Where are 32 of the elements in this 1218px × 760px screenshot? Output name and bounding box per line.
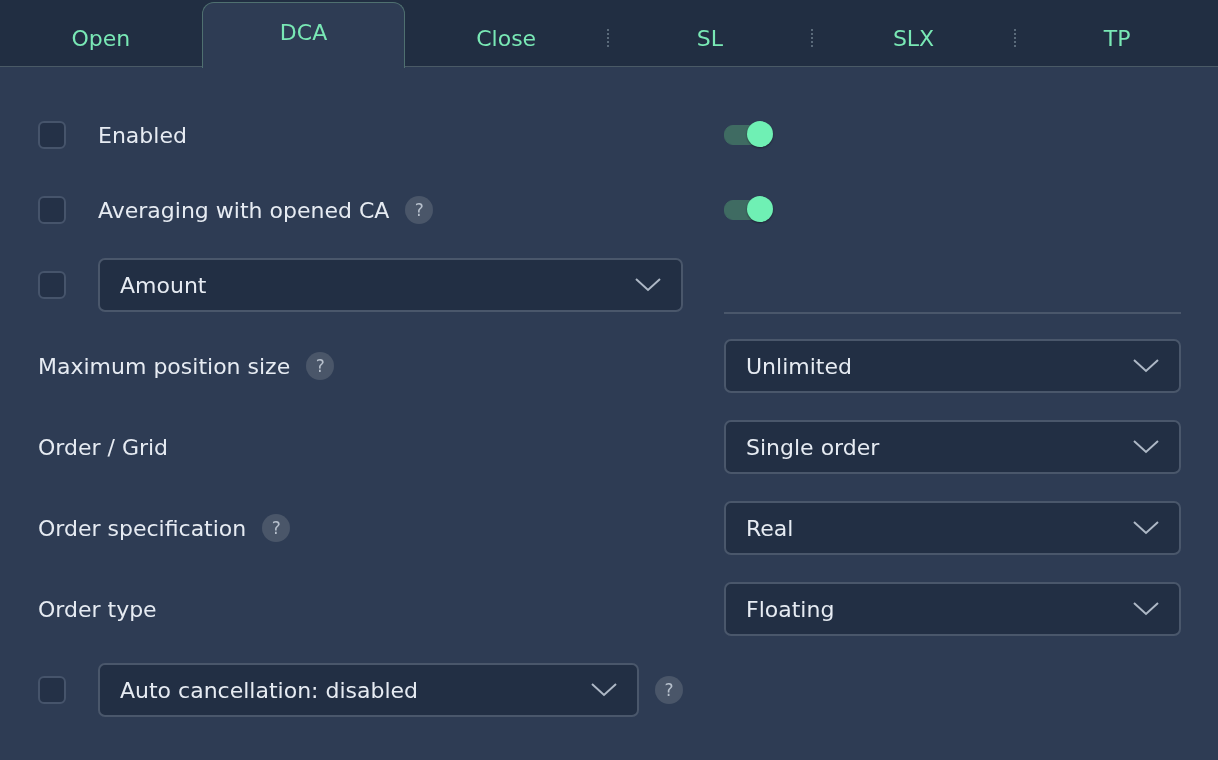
option-label: Enabled bbox=[98, 122, 187, 148]
checkbox[interactable] bbox=[38, 271, 66, 299]
checkbox[interactable] bbox=[38, 121, 66, 149]
chevron-down-icon bbox=[1133, 521, 1159, 535]
chevron-down-icon bbox=[635, 278, 661, 292]
dropdown[interactable]: Amount bbox=[98, 258, 683, 312]
help-icon[interactable]: ? bbox=[262, 514, 291, 542]
chevron-down-icon bbox=[591, 683, 617, 697]
chevron-down-icon bbox=[1133, 359, 1159, 373]
help-icon[interactable]: ? bbox=[405, 196, 434, 224]
tab[interactable]: Open bbox=[0, 0, 202, 66]
dropdown[interactable]: Unlimited bbox=[724, 339, 1181, 393]
checkbox[interactable] bbox=[38, 196, 66, 224]
option-label: Averaging with opened CA bbox=[98, 197, 390, 223]
help-icon[interactable]: ? bbox=[306, 352, 335, 380]
tab[interactable]: SLX bbox=[812, 0, 1015, 66]
chevron-down-icon bbox=[1133, 602, 1159, 616]
field-label: Order type bbox=[38, 596, 157, 622]
tab[interactable]: DCA bbox=[201, 1, 406, 68]
tab[interactable]: Close bbox=[405, 0, 607, 66]
chevron-down-icon bbox=[1133, 440, 1159, 454]
dropdown[interactable]: Single order bbox=[724, 420, 1181, 474]
tab[interactable]: SL bbox=[609, 0, 811, 66]
field-label: Order specification bbox=[38, 515, 247, 541]
field-label: Maximum position size bbox=[38, 353, 291, 379]
help-icon[interactable]: ? bbox=[655, 676, 683, 704]
dropdown[interactable]: Real bbox=[724, 501, 1181, 555]
checkbox[interactable] bbox=[38, 676, 66, 704]
dropdown[interactable]: Auto cancellation: disabled bbox=[98, 663, 639, 717]
field-label: Order / Grid bbox=[38, 434, 169, 460]
tab[interactable]: TP bbox=[1016, 0, 1218, 66]
dropdown[interactable]: Floating bbox=[724, 582, 1181, 636]
